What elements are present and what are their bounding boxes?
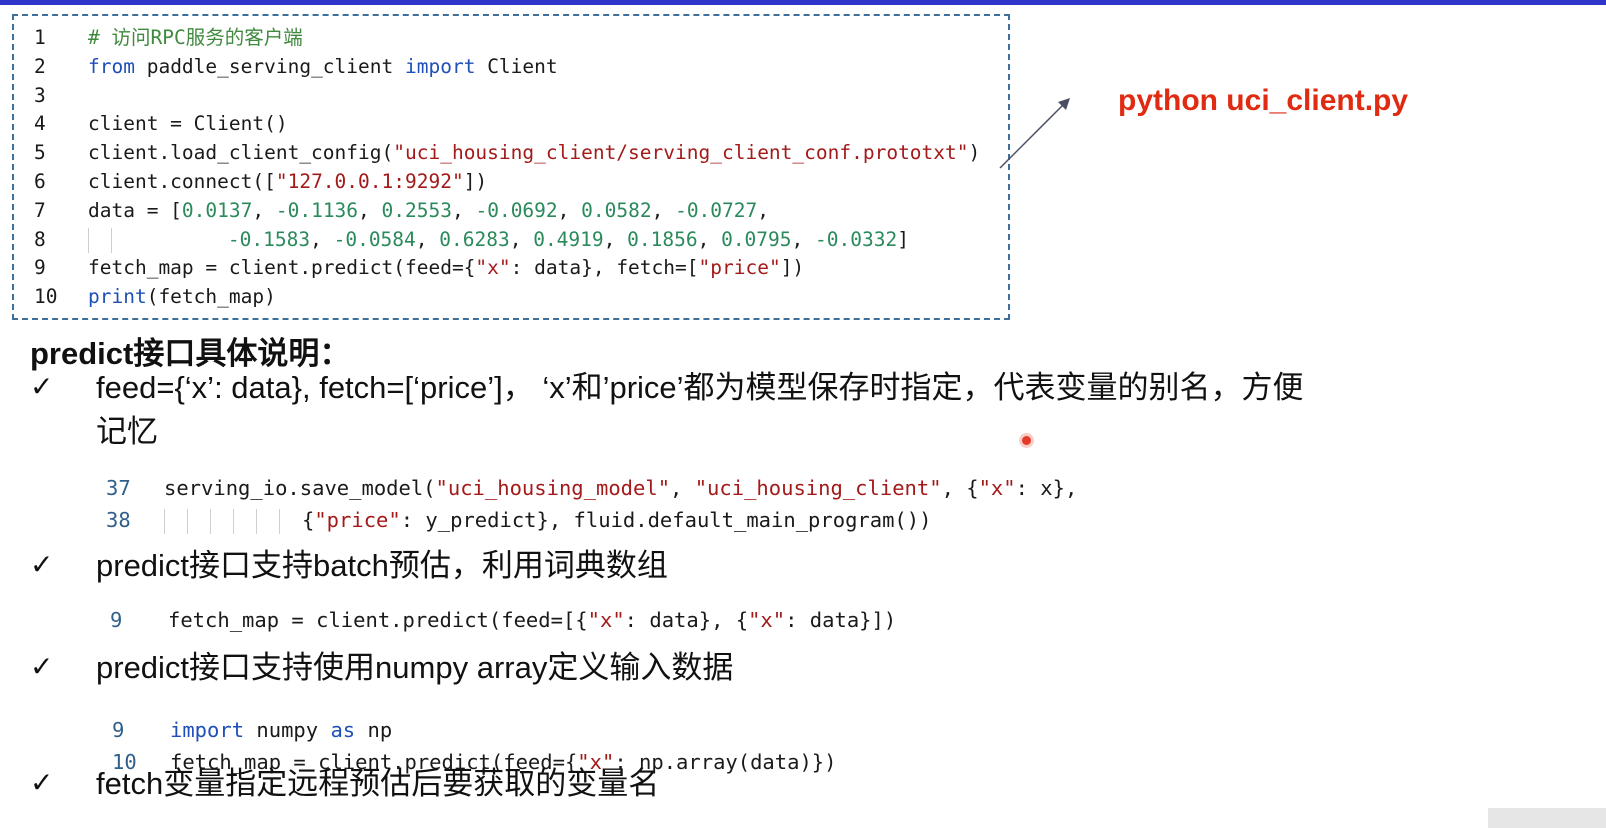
check-icon: ✓ bbox=[30, 370, 54, 403]
code-token: np bbox=[355, 718, 393, 742]
code-token: , bbox=[670, 476, 695, 500]
line-number: 38 bbox=[106, 508, 131, 532]
code-token: { bbox=[302, 508, 315, 532]
bullet-text-batch: predict接口支持batch预估，利用词典数组 bbox=[96, 548, 668, 583]
indent-guide bbox=[210, 508, 211, 534]
code-token: as bbox=[330, 718, 356, 742]
check-icon: ✓ bbox=[30, 766, 54, 799]
cursor-marker bbox=[1022, 436, 1031, 445]
bullet-line: 记忆 bbox=[96, 414, 158, 449]
check-icon: ✓ bbox=[30, 548, 54, 581]
indent-guide bbox=[279, 508, 280, 534]
code-token: "uci_housing_model" bbox=[435, 476, 671, 500]
code-token: import bbox=[170, 718, 245, 742]
bullet-text-feed-fetch: feed={‘x’: data}, fetch=[‘price’]， ‘x’和’… bbox=[96, 366, 1304, 454]
snippet-line: 9 import numpy as np bbox=[112, 714, 392, 746]
corner-overlay bbox=[1488, 808, 1606, 828]
code-token: "x" bbox=[748, 608, 786, 632]
indent-guide bbox=[164, 508, 165, 534]
code-token: numpy bbox=[244, 718, 331, 742]
code-token: "price" bbox=[314, 508, 401, 532]
code-token: : x}, bbox=[1015, 476, 1078, 500]
code-token: : data}]) bbox=[785, 608, 897, 632]
code-token: "uci_housing_client" bbox=[694, 476, 942, 500]
code-token: serving_io.save_model( bbox=[164, 476, 436, 500]
code-token: "x" bbox=[587, 608, 625, 632]
bullet-text-fetch: fetch变量指定远程预估后要获取的变量名 bbox=[96, 766, 660, 801]
check-icon: ✓ bbox=[30, 650, 54, 683]
line-number: 9 bbox=[112, 718, 125, 742]
snippet-line: 9 fetch_map = client.predict(feed=[{"x": … bbox=[110, 604, 896, 636]
run-command-label: python uci_client.py bbox=[1118, 84, 1409, 117]
bullet-line: feed={‘x’: data}, fetch=[‘price’]， ‘x’和’… bbox=[96, 370, 1304, 405]
indent-guide bbox=[256, 508, 257, 534]
code-token: fetch_map = client.predict(feed=[{ bbox=[168, 608, 588, 632]
snippet-line: 38 {"price": y_predict}, fluid.default_ma… bbox=[106, 504, 931, 536]
code-token: , { bbox=[941, 476, 979, 500]
snippet-line: 37 serving_io.save_model("uci_housing_mod… bbox=[106, 472, 1077, 504]
code-token: "x" bbox=[978, 476, 1016, 500]
bullet-text-numpy: predict接口支持使用numpy array定义输入数据 bbox=[96, 650, 734, 685]
line-number: 9 bbox=[110, 608, 123, 632]
line-number: 37 bbox=[106, 476, 131, 500]
code-token: : data}, { bbox=[624, 608, 749, 632]
code-token: : y_predict}, fluid.default_main_program… bbox=[400, 508, 932, 532]
indent-guide bbox=[187, 508, 188, 534]
indent-guide bbox=[233, 508, 234, 534]
